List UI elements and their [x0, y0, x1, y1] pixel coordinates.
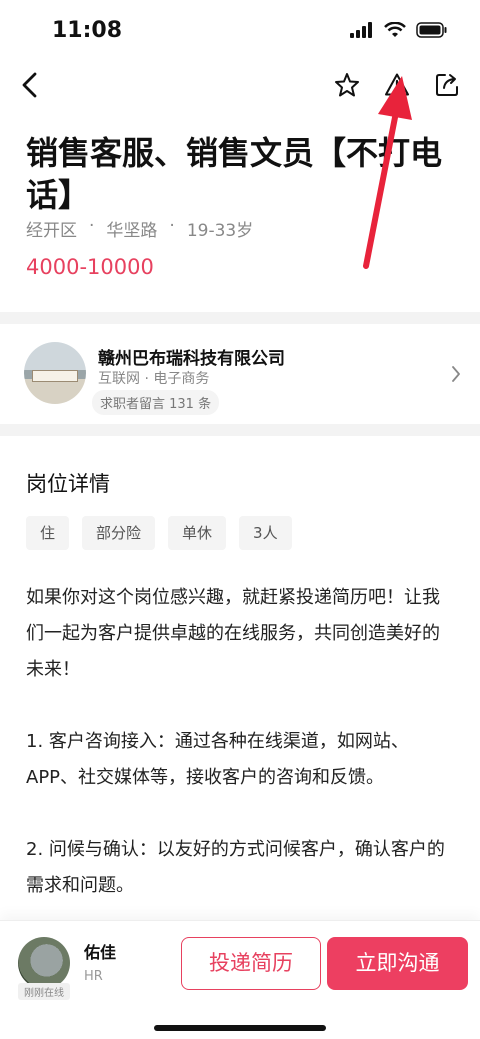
- star-icon[interactable]: [334, 72, 360, 98]
- chat-now-button[interactable]: 立即沟通: [327, 937, 468, 990]
- company-industry: 互联网 · 电子商务: [98, 371, 210, 387]
- company-messages-badge[interactable]: 求职者留言 131 条: [92, 390, 220, 415]
- job-salary: 4000-10000: [26, 255, 154, 279]
- home-indicator: [154, 1025, 326, 1031]
- chevron-right-icon: [452, 366, 460, 382]
- benefit-tag: 3人: [239, 516, 292, 550]
- battery-icon: [416, 22, 447, 38]
- share-icon[interactable]: [434, 72, 460, 98]
- hr-avatar[interactable]: [18, 937, 70, 989]
- job-road: 华坚路: [106, 221, 158, 241]
- benefit-tag: 单休: [168, 516, 227, 550]
- submit-resume-button[interactable]: 投递简历: [181, 937, 321, 990]
- job-description: 如果你对这个岗位感兴趣，就赶紧投递简历吧！让我们一起为客户提供卓越的在线服务，共…: [26, 587, 445, 896]
- bottom-action-bar: 刚刚在线 佑佳 HR 投递简历 立即沟通: [0, 920, 480, 1039]
- job-title: 销售客服、销售文员【不打电话】: [26, 134, 443, 214]
- hr-name: 佑佳: [84, 943, 117, 962]
- back-button[interactable]: [20, 72, 40, 102]
- status-time: 11:08: [52, 18, 123, 43]
- job-age: 19-33岁: [186, 221, 254, 241]
- back-icon: [22, 72, 37, 98]
- company-name: 赣州巴布瑞科技有限公司: [98, 349, 285, 369]
- status-bar: 11:08: [0, 0, 480, 62]
- company-card[interactable]: 赣州巴布瑞科技有限公司 互联网 · 电子商务 求职者留言 131 条: [0, 326, 480, 422]
- details-title: 岗位详情: [26, 472, 110, 496]
- hr-role: HR: [84, 969, 103, 984]
- status-icons: [350, 22, 448, 38]
- meta-separator: ·: [89, 216, 95, 236]
- online-status: 刚刚在线: [18, 983, 70, 1000]
- section-divider: [0, 424, 480, 436]
- warning-icon[interactable]: [384, 72, 410, 98]
- signal-icon: [350, 22, 372, 38]
- benefit-tag: 部分险: [82, 516, 156, 550]
- company-logo-sign: [32, 370, 78, 382]
- job-meta: 经开区 · 华坚路 · 19-33岁: [26, 216, 253, 241]
- nav-bar: [0, 62, 480, 110]
- benefit-tag: 住: [26, 516, 70, 550]
- job-location: 经开区: [26, 221, 77, 241]
- benefit-tags: 住 部分险 单休 3人: [26, 516, 292, 550]
- nav-actions: [334, 72, 460, 98]
- section-divider: [0, 312, 480, 324]
- company-logo: [24, 342, 86, 404]
- wifi-icon: [384, 22, 406, 37]
- meta-separator: ·: [169, 216, 175, 236]
